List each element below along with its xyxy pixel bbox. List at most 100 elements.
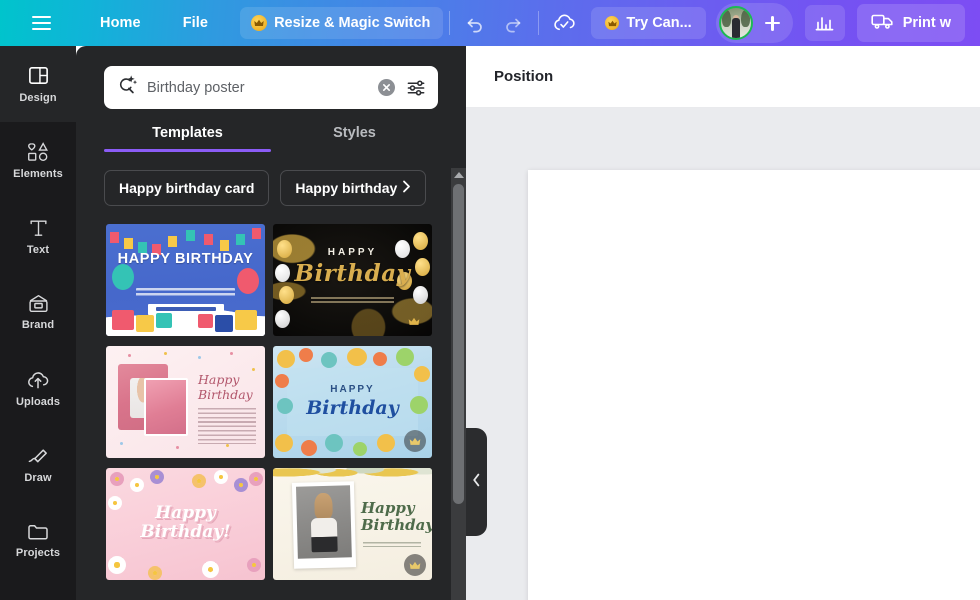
scrollbar-thumb[interactable] [453,184,464,504]
balloon [275,310,290,328]
tab-templates[interactable]: Templates [104,125,271,152]
undo-icon[interactable] [456,6,494,40]
template-title-line1: Happy [106,504,265,523]
party-item [414,366,430,382]
template-card[interactable]: HAPPY Birthday [273,224,432,336]
sidebar-item-draw[interactable]: Draw [0,426,76,502]
resize-magic-switch-label: Resize & Magic Switch [274,15,430,31]
chip-happy-birthday-card[interactable]: Happy birthday card [104,170,269,206]
template-title-line1: Happy [198,372,260,387]
balloon [413,286,428,304]
search-area: Birthday poster [76,46,466,109]
party-item [299,348,313,362]
party-item [396,348,414,366]
user-avatar[interactable] [719,6,753,40]
editor-toolbar: Position [466,46,980,108]
gift-box [136,315,154,332]
sidebar-item-elements[interactable]: Elements [0,122,76,198]
sidebar-item-brand[interactable]: Brand [0,274,76,350]
template-title: HAPPY BIRTHDAY [106,251,265,268]
add-account-button[interactable] [759,9,787,37]
sidebar-item-projects[interactable]: Projects [0,502,76,578]
cloud-check-icon[interactable] [545,6,583,40]
search-input-value[interactable]: Birthday poster [147,80,368,96]
redo-icon[interactable] [494,6,532,40]
template-card[interactable]: Happy Birthday! [106,468,265,580]
photo-2 [144,378,188,436]
panel-tabs: Templates Styles [76,125,466,152]
crown-icon [406,313,422,329]
folder-icon [26,521,50,542]
canva-editor-window: Home File Resize & Magic Switch [0,0,980,600]
templates-side-panel: Birthday poster Templates [76,46,466,600]
template-title-line2: Birthday [273,397,432,419]
try-canva-pro-button[interactable]: Try Can... [591,7,705,39]
sidebar-item-label: Draw [24,472,51,484]
upload-cloud-icon [26,369,50,391]
search-input[interactable]: Birthday poster [104,66,438,109]
position-button[interactable]: Position [484,60,563,93]
flower [202,561,219,578]
template-title-line2: Birthday! [106,523,265,542]
file-menu-item[interactable]: File [171,7,220,39]
party-item [277,350,295,368]
print-with-canva-button[interactable]: Print w [857,4,965,42]
confetti-dot [128,354,131,357]
bunting-flag [204,234,213,245]
bunting-flag [168,236,177,247]
filter-sliders-icon[interactable] [405,77,427,99]
scroll-up-arrow-icon[interactable] [454,172,464,178]
template-body-text [363,542,421,547]
flower [192,474,206,488]
template-title-line2: Birthday [273,260,432,287]
flower [249,472,263,486]
clear-x-icon[interactable] [378,79,395,96]
flower [214,470,228,484]
confetti-dot [176,446,179,449]
template-title-line1: HAPPY [273,384,432,395]
balloon [279,286,294,304]
panel-scrollbar[interactable] [451,168,466,600]
party-item [353,442,367,456]
template-body-text [136,288,235,298]
template-title-line2: Birthday [361,517,431,534]
party-item [377,434,395,452]
template-card[interactable]: HAPPY Birthday [273,346,432,458]
sidebar-item-uploads[interactable]: Uploads [0,350,76,426]
confetti-dot [226,444,229,447]
balloon [112,264,134,290]
flower [234,478,248,492]
hamburger-menu-icon[interactable] [22,7,60,39]
gift-box [198,314,213,328]
crown-icon [404,554,426,576]
flower [150,470,164,484]
design-canvas-page[interactable] [528,170,980,600]
bunting-flag [186,230,195,241]
sidebar-item-design[interactable]: Design [0,46,76,122]
home-menu-item[interactable]: Home [88,7,153,39]
resize-magic-switch-button[interactable]: Resize & Magic Switch [240,7,443,39]
bunting-flag [124,238,133,249]
sidebar-item-label: Text [27,244,49,256]
tab-styles[interactable]: Styles [271,125,438,152]
chip-happy-birthday[interactable]: Happy birthday [280,170,426,206]
analytics-icon[interactable] [805,5,845,41]
party-item [325,434,343,452]
crown-icon [605,16,619,30]
flower [130,478,144,492]
party-item [275,434,293,452]
template-title-line2: Birthday [198,387,260,402]
party-item [347,348,367,366]
account-switcher[interactable] [716,3,793,43]
template-card[interactable]: Happy Birthday [106,346,265,458]
sidebar-item-label: Uploads [16,396,60,408]
panel-collapse-handle[interactable] [466,428,487,536]
brand-kit-icon [27,293,50,314]
template-title-line1: HAPPY [273,247,432,258]
text-t-icon [28,217,49,239]
sidebar-item-text[interactable]: Text [0,198,76,274]
template-body-text [198,408,256,444]
toolbar-divider-2 [538,11,539,35]
template-card[interactable]: Happy Birthday [273,468,432,580]
template-card[interactable]: HAPPY BIRTHDAY [106,224,265,336]
